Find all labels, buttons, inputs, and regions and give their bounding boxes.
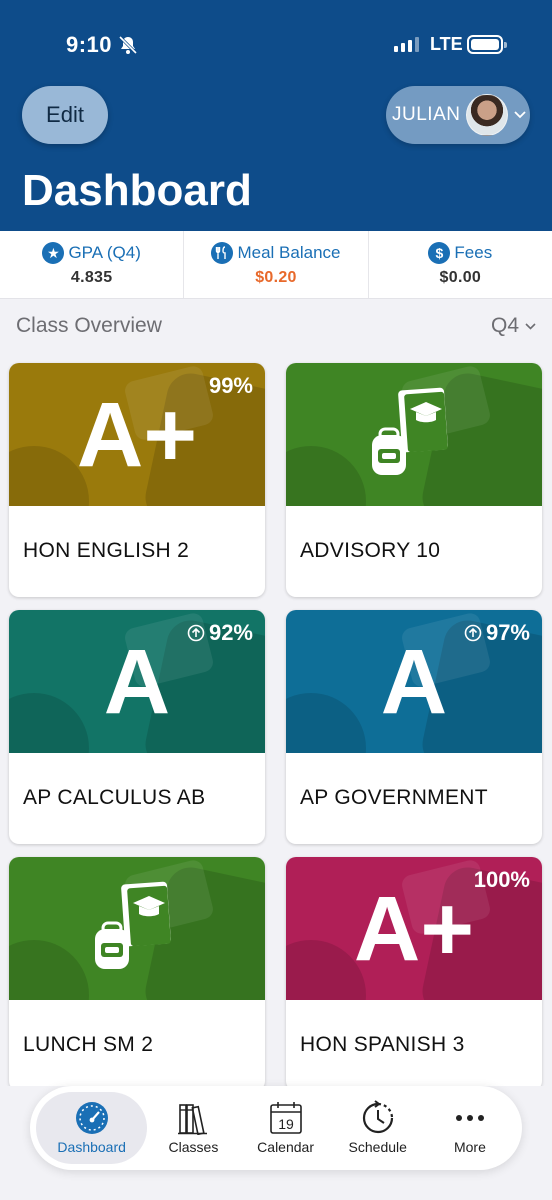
class-card[interactable]: A 92% AP CALCULUS AB — [9, 610, 265, 844]
class-name: HON ENGLISH 2 — [23, 539, 190, 562]
tab-more[interactable]: More — [424, 1092, 516, 1164]
utensils-circle-icon — [211, 242, 234, 264]
tab-label: Calendar — [257, 1139, 314, 1155]
stat-fees[interactable]: $ Fees $0.00 — [369, 231, 552, 298]
tab-label: Dashboard — [57, 1139, 126, 1155]
tab-dashboard[interactable]: Dashboard — [36, 1092, 148, 1164]
chevron-down-icon — [525, 322, 536, 330]
class-card[interactable]: LUNCH SM 2 — [9, 857, 265, 1091]
user-switcher[interactable]: JULIAN — [386, 86, 530, 144]
tab-label: Classes — [168, 1139, 219, 1155]
stats-bar: ★ GPA (Q4) 4.835 Meal Balance $0.20 $ Fe… — [0, 231, 552, 299]
card-banner: A+ 99% — [9, 363, 265, 506]
trend-up-icon — [187, 624, 205, 642]
calendar-icon: 19 — [269, 1101, 303, 1135]
stat-value: 4.835 — [70, 269, 113, 286]
stat-label: Meal Balance — [237, 243, 341, 262]
section-title: Class Overview — [16, 314, 162, 337]
grade-letter: A+ — [76, 384, 198, 486]
avatar — [466, 94, 508, 136]
tab-bar: Dashboard Classes 19 Calendar Schedule M… — [30, 1086, 522, 1170]
network-label: LTE — [430, 34, 463, 54]
grade-letter: A — [103, 631, 171, 733]
card-banner: A 92% — [9, 610, 265, 753]
grade-letter: A+ — [353, 878, 475, 980]
card-banner: A 97% — [286, 610, 542, 753]
card-banner — [9, 857, 265, 1000]
dollar-circle-icon: $ — [428, 242, 451, 264]
card-banner — [286, 363, 542, 506]
class-name: HON SPANISH 3 — [300, 1033, 465, 1056]
class-name: ADVISORY 10 — [300, 539, 441, 562]
class-name: LUNCH SM 2 — [23, 1033, 154, 1056]
backpack-book-icon — [9, 877, 265, 977]
stat-value: $0.20 — [255, 269, 297, 286]
header: 9:10 LTE Edit JULIAN Dashboard — [0, 0, 552, 231]
more-dots-icon — [454, 1101, 486, 1135]
edit-button[interactable]: Edit — [22, 86, 108, 144]
grade-letter: A — [380, 631, 448, 733]
stat-value: $0.00 — [439, 269, 482, 286]
signal-icon — [394, 36, 419, 52]
quarter-select[interactable]: Q4 — [491, 314, 536, 338]
quarter-value: Q4 — [490, 314, 519, 337]
speedometer-icon — [74, 1101, 110, 1135]
stat-meal-balance[interactable]: Meal Balance $0.20 — [184, 231, 369, 298]
class-card[interactable]: ADVISORY 10 — [286, 363, 542, 597]
class-card[interactable]: A+ 100% HON SPANISH 3 — [286, 857, 542, 1091]
class-name: AP GOVERNMENT — [300, 786, 488, 809]
page-title: Dashboard — [22, 166, 252, 215]
stat-label: Fees — [454, 243, 493, 262]
books-icon — [177, 1101, 209, 1135]
stat-gpa[interactable]: ★ GPA (Q4) 4.835 — [0, 231, 185, 298]
tab-schedule[interactable]: Schedule — [332, 1092, 424, 1164]
user-name: JULIAN — [392, 104, 461, 125]
tab-label: Schedule — [348, 1139, 407, 1155]
bell-off-icon — [118, 35, 138, 55]
card-banner: A+ 100% — [286, 857, 542, 1000]
grade-percent: 97% — [464, 620, 530, 646]
status-time: 9:10 — [66, 32, 113, 57]
grade-percent: 100% — [473, 867, 530, 892]
battery-icon — [467, 35, 507, 54]
star-circle-icon: ★ — [42, 242, 65, 264]
grade-percent: 92% — [187, 620, 253, 646]
class-card[interactable]: A+ 99% HON ENGLISH 2 — [9, 363, 265, 597]
backpack-book-icon — [286, 383, 542, 483]
clock-history-icon — [359, 1100, 397, 1135]
class-name: AP CALCULUS AB — [23, 786, 206, 809]
trend-up-icon — [464, 624, 482, 642]
tab-calendar[interactable]: 19 Calendar — [240, 1092, 332, 1164]
calendar-day: 19 — [278, 1116, 294, 1132]
stat-label: GPA (Q4) — [68, 243, 141, 262]
class-card[interactable]: A 97% AP GOVERNMENT — [286, 610, 542, 844]
grade-percent: 99% — [208, 373, 253, 398]
chevron-down-icon — [514, 111, 526, 119]
tab-classes[interactable]: Classes — [147, 1092, 239, 1164]
tab-label: More — [453, 1139, 486, 1155]
